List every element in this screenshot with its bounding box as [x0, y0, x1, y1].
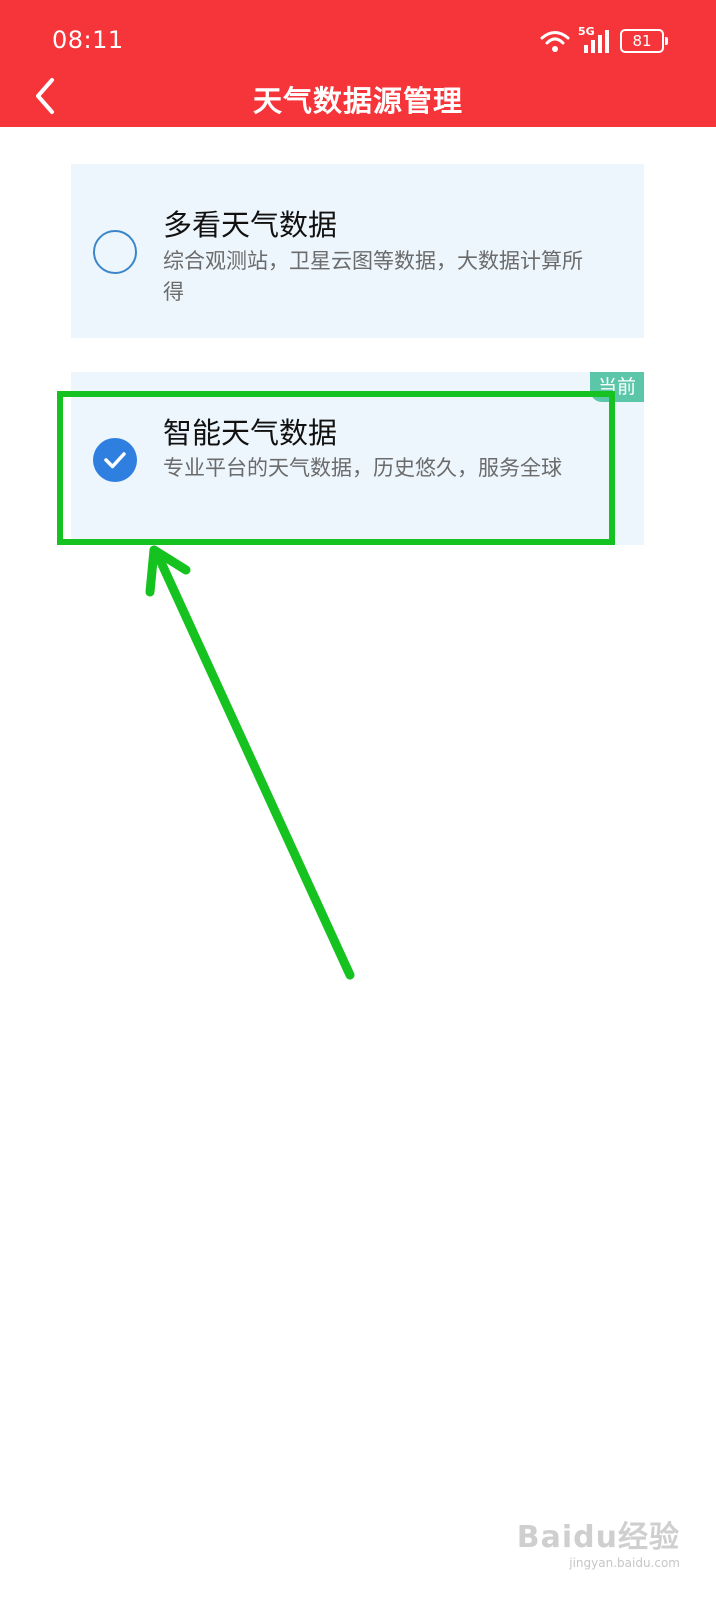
data-source-option-duokan[interactable]: 多看天气数据 综合观测站，卫星云图等数据，大数据计算所得 [71, 164, 644, 338]
watermark-url: jingyan.baidu.com [569, 1556, 680, 1570]
checkmark-icon [104, 452, 126, 469]
page-title: 天气数据源管理 [252, 84, 463, 118]
status-time: 08:11 [52, 26, 124, 54]
signal-icon: 5G [578, 25, 612, 53]
battery-icon: 81 [620, 29, 668, 53]
option-title: 多看天气数据 [163, 208, 338, 242]
option-description: 专业平台的天气数据，历史悠久，服务全球 [163, 456, 562, 480]
option-description: 综合观测站，卫星云图等数据，大数据计算所得 [163, 249, 583, 304]
radio-selected-icon[interactable] [93, 438, 137, 482]
wifi-icon [540, 31, 570, 52]
current-badge: 当前 [589, 372, 644, 402]
watermark: Baidu经验 jingyan.baidu.com [517, 1512, 680, 1570]
network-type: 5G [578, 25, 595, 38]
radio-unselected-icon[interactable] [93, 230, 137, 274]
data-source-option-smart[interactable]: 当前 智能天气数据 专业平台的天气数据，历史悠久，服务全球 [71, 372, 644, 545]
watermark-logo: Baidu经验 [516, 1520, 680, 1555]
status-icons: 5G 81 [540, 25, 668, 56]
option-title: 智能天气数据 [163, 416, 338, 450]
app-header: 08:11 5G 81 天气数据源管理 [0, 0, 716, 127]
